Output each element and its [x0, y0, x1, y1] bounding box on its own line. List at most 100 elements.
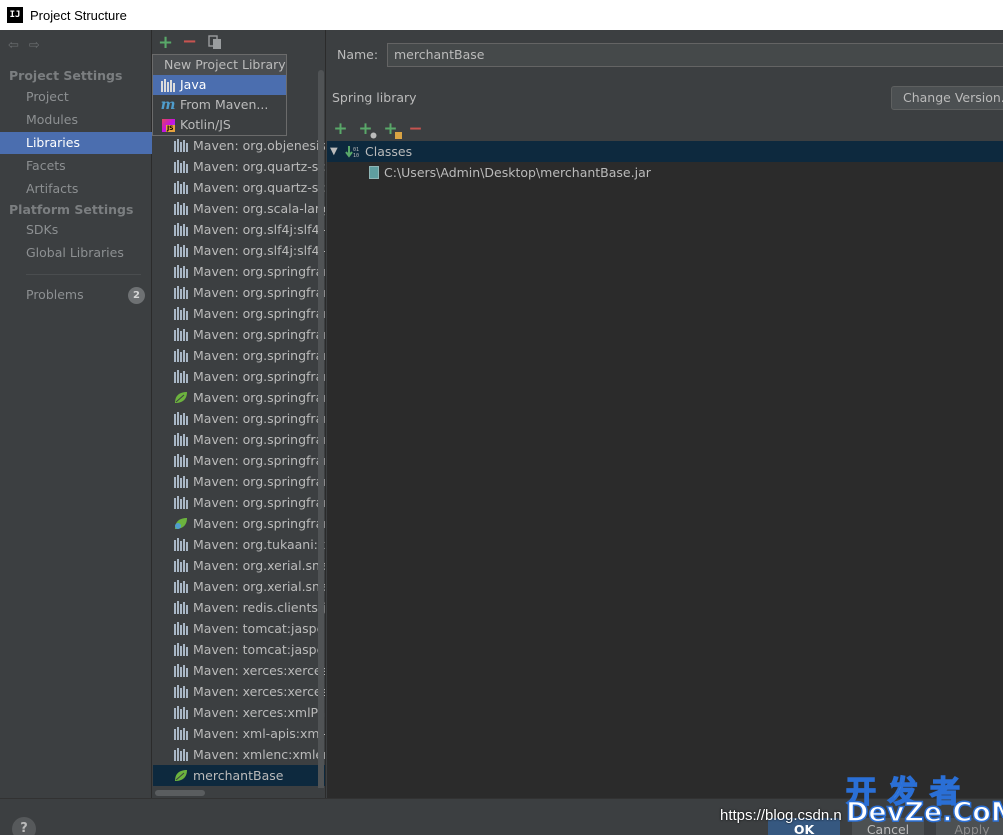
library-row[interactable]: Maven: org.springfram [153, 345, 326, 366]
attach-jar-button[interactable]: + [382, 119, 402, 139]
window-titlebar: IJ Project Structure [0, 0, 1003, 30]
library-row[interactable]: Maven: org.springfram [153, 261, 325, 282]
back-arrow-icon[interactable]: ⇦ [8, 38, 19, 53]
library-row[interactable]: Maven: tomcat:jasper-c [153, 618, 325, 639]
library-row[interactable]: Maven: org.scala-lang:s [153, 198, 325, 219]
library-row[interactable]: Maven: org.springfram [153, 387, 326, 408]
library-icon [174, 643, 188, 656]
library-list-vscroll[interactable] [317, 70, 325, 798]
library-icon [174, 748, 188, 761]
library-row-label: Maven: org.springfram [193, 369, 326, 384]
spring-boot-icon [174, 517, 188, 530]
library-row[interactable]: Maven: xerces:xercesIm [153, 660, 325, 681]
library-row[interactable]: Maven: org.springfram [153, 324, 326, 345]
library-row-label: Maven: org.springfram [193, 348, 326, 363]
platform-settings-header: Platform Settings [9, 202, 134, 217]
library-icon [174, 160, 188, 173]
library-row[interactable]: Maven: xml-apis:xml-ap [153, 723, 325, 744]
expand-caret-icon[interactable]: ▼ [330, 146, 340, 157]
remove-root-button[interactable]: − [407, 119, 424, 139]
tree-row-label: C:\Users\Admin\Desktop\merchantBase.jar [384, 165, 651, 180]
library-row[interactable]: Maven: xerces:xercesIm [153, 681, 325, 702]
sidebar-item-project[interactable]: Project [0, 86, 152, 108]
library-icon [174, 139, 188, 152]
library-row-label: Maven: org.tukaani:xz:1 [193, 537, 325, 552]
library-row-label: Maven: org.springfram [193, 474, 326, 489]
library-row-label: Maven: org.springfram [193, 411, 326, 426]
library-row[interactable]: Maven: org.slf4j:slf4j-lo [153, 240, 326, 261]
library-icon [174, 664, 188, 677]
library-icon [174, 475, 188, 488]
library-icon [174, 202, 188, 215]
sidebar-divider [26, 274, 141, 275]
spring-leaf-icon [174, 769, 188, 782]
library-row[interactable]: Maven: xerces:xmlParse [153, 702, 325, 723]
library-row-label: Maven: org.slf4j:slf4j-lo [193, 243, 326, 258]
hscroll-thumb[interactable] [155, 790, 205, 796]
change-version-button[interactable]: Change Version... [891, 86, 1003, 110]
library-row[interactable]: Maven: org.springfram [153, 303, 325, 324]
library-row[interactable]: Maven: org.quartz-sche [153, 156, 325, 177]
library-icon [174, 538, 188, 551]
popup-item-kotlin-js[interactable]: JS Kotlin/JS [153, 115, 286, 135]
add-library-button[interactable]: + [158, 32, 173, 53]
vscroll-thumb[interactable] [318, 70, 324, 798]
sidebar-item-libraries[interactable]: Libraries [0, 132, 152, 154]
library-icon [174, 244, 188, 257]
library-icon [174, 601, 188, 614]
library-icon [174, 181, 188, 194]
library-row-label: Maven: org.springfram [193, 390, 326, 405]
library-row-label: Maven: org.springfram [193, 285, 326, 300]
library-row[interactable]: Maven: org.springfram [153, 408, 326, 429]
library-row[interactable]: Maven: org.springfram [153, 492, 325, 513]
library-row[interactable]: Maven: xmlenc:xmlenc: [153, 744, 325, 765]
library-row[interactable]: Maven: org.springfram [153, 471, 326, 492]
popup-item-label: Java [180, 77, 207, 92]
library-row-label: Maven: org.springfram [193, 432, 326, 447]
library-row[interactable]: Maven: org.springfram [153, 429, 326, 450]
sidebar-item-facets[interactable]: Facets [0, 155, 152, 177]
library-row-label: Maven: org.slf4j:slf4j-ap [193, 222, 325, 237]
sidebar-item-global-libraries[interactable]: Global Libraries [0, 242, 152, 264]
tree-row-classes[interactable]: ▼ 01 10 Classes [327, 141, 1003, 162]
add-root-button[interactable]: + [332, 119, 349, 139]
library-row-label: Maven: org.springfram [193, 327, 326, 342]
settings-sidebar: ⇦ ⇨ Project Settings Project Modules Lib… [0, 30, 152, 835]
library-row[interactable]: Maven: org.springfram [153, 366, 326, 387]
library-row-label: Maven: org.quartz-sche [193, 180, 326, 195]
library-row[interactable]: Maven: org.springfram [153, 450, 326, 471]
library-row[interactable]: Maven: org.slf4j:slf4j-ap [153, 219, 325, 240]
popup-item-java[interactable]: Java [153, 75, 286, 95]
library-name-input[interactable]: merchantBase [387, 43, 1003, 67]
library-row[interactable]: Maven: redis.clients:jed [153, 597, 325, 618]
library-row[interactable]: Maven: org.quartz-sche [153, 177, 326, 198]
sidebar-item-modules[interactable]: Modules [0, 109, 152, 131]
library-row[interactable]: Maven: org.springfram [153, 282, 326, 303]
tree-row-jar[interactable]: C:\Users\Admin\Desktop\merchantBase.jar [327, 162, 1003, 183]
library-icon [174, 349, 188, 362]
library-row[interactable]: merchantBase [153, 765, 325, 786]
library-list-hscroll[interactable] [153, 788, 325, 798]
library-row[interactable]: Maven: org.springfram [153, 513, 325, 534]
library-icon [174, 559, 188, 572]
library-row[interactable]: Maven: org.objenesis:c [153, 135, 325, 156]
library-icon [174, 286, 188, 299]
library-row[interactable]: Maven: org.xerial.snap [153, 555, 326, 576]
library-row-label: Maven: xml-apis:xml-ap [193, 726, 325, 741]
remove-library-button[interactable]: − [182, 31, 197, 52]
library-row[interactable]: Maven: org.xerial.snap [153, 576, 325, 597]
sidebar-item-sdks[interactable]: SDKs [0, 219, 152, 241]
intellij-logo-icon: IJ [7, 7, 23, 23]
new-project-library-popup: New Project Library Java m From Maven...… [152, 54, 287, 136]
copy-icon[interactable] [208, 35, 222, 49]
attach-classes-button[interactable]: + [357, 119, 377, 139]
sidebar-item-artifacts[interactable]: Artifacts [0, 178, 152, 200]
popup-item-from-maven[interactable]: m From Maven... [153, 95, 286, 115]
forward-arrow-icon[interactable]: ⇨ [29, 38, 40, 53]
help-button[interactable]: ? [12, 817, 36, 835]
library-row[interactable]: Maven: tomcat:jasper-r [153, 639, 325, 660]
library-row-label: Maven: org.springfram [193, 453, 326, 468]
library-row[interactable]: Maven: org.tukaani:xz:1 [153, 534, 325, 555]
classes-icon: 01 10 [345, 145, 359, 159]
library-row-label: Maven: org.xerial.snap [193, 558, 326, 573]
